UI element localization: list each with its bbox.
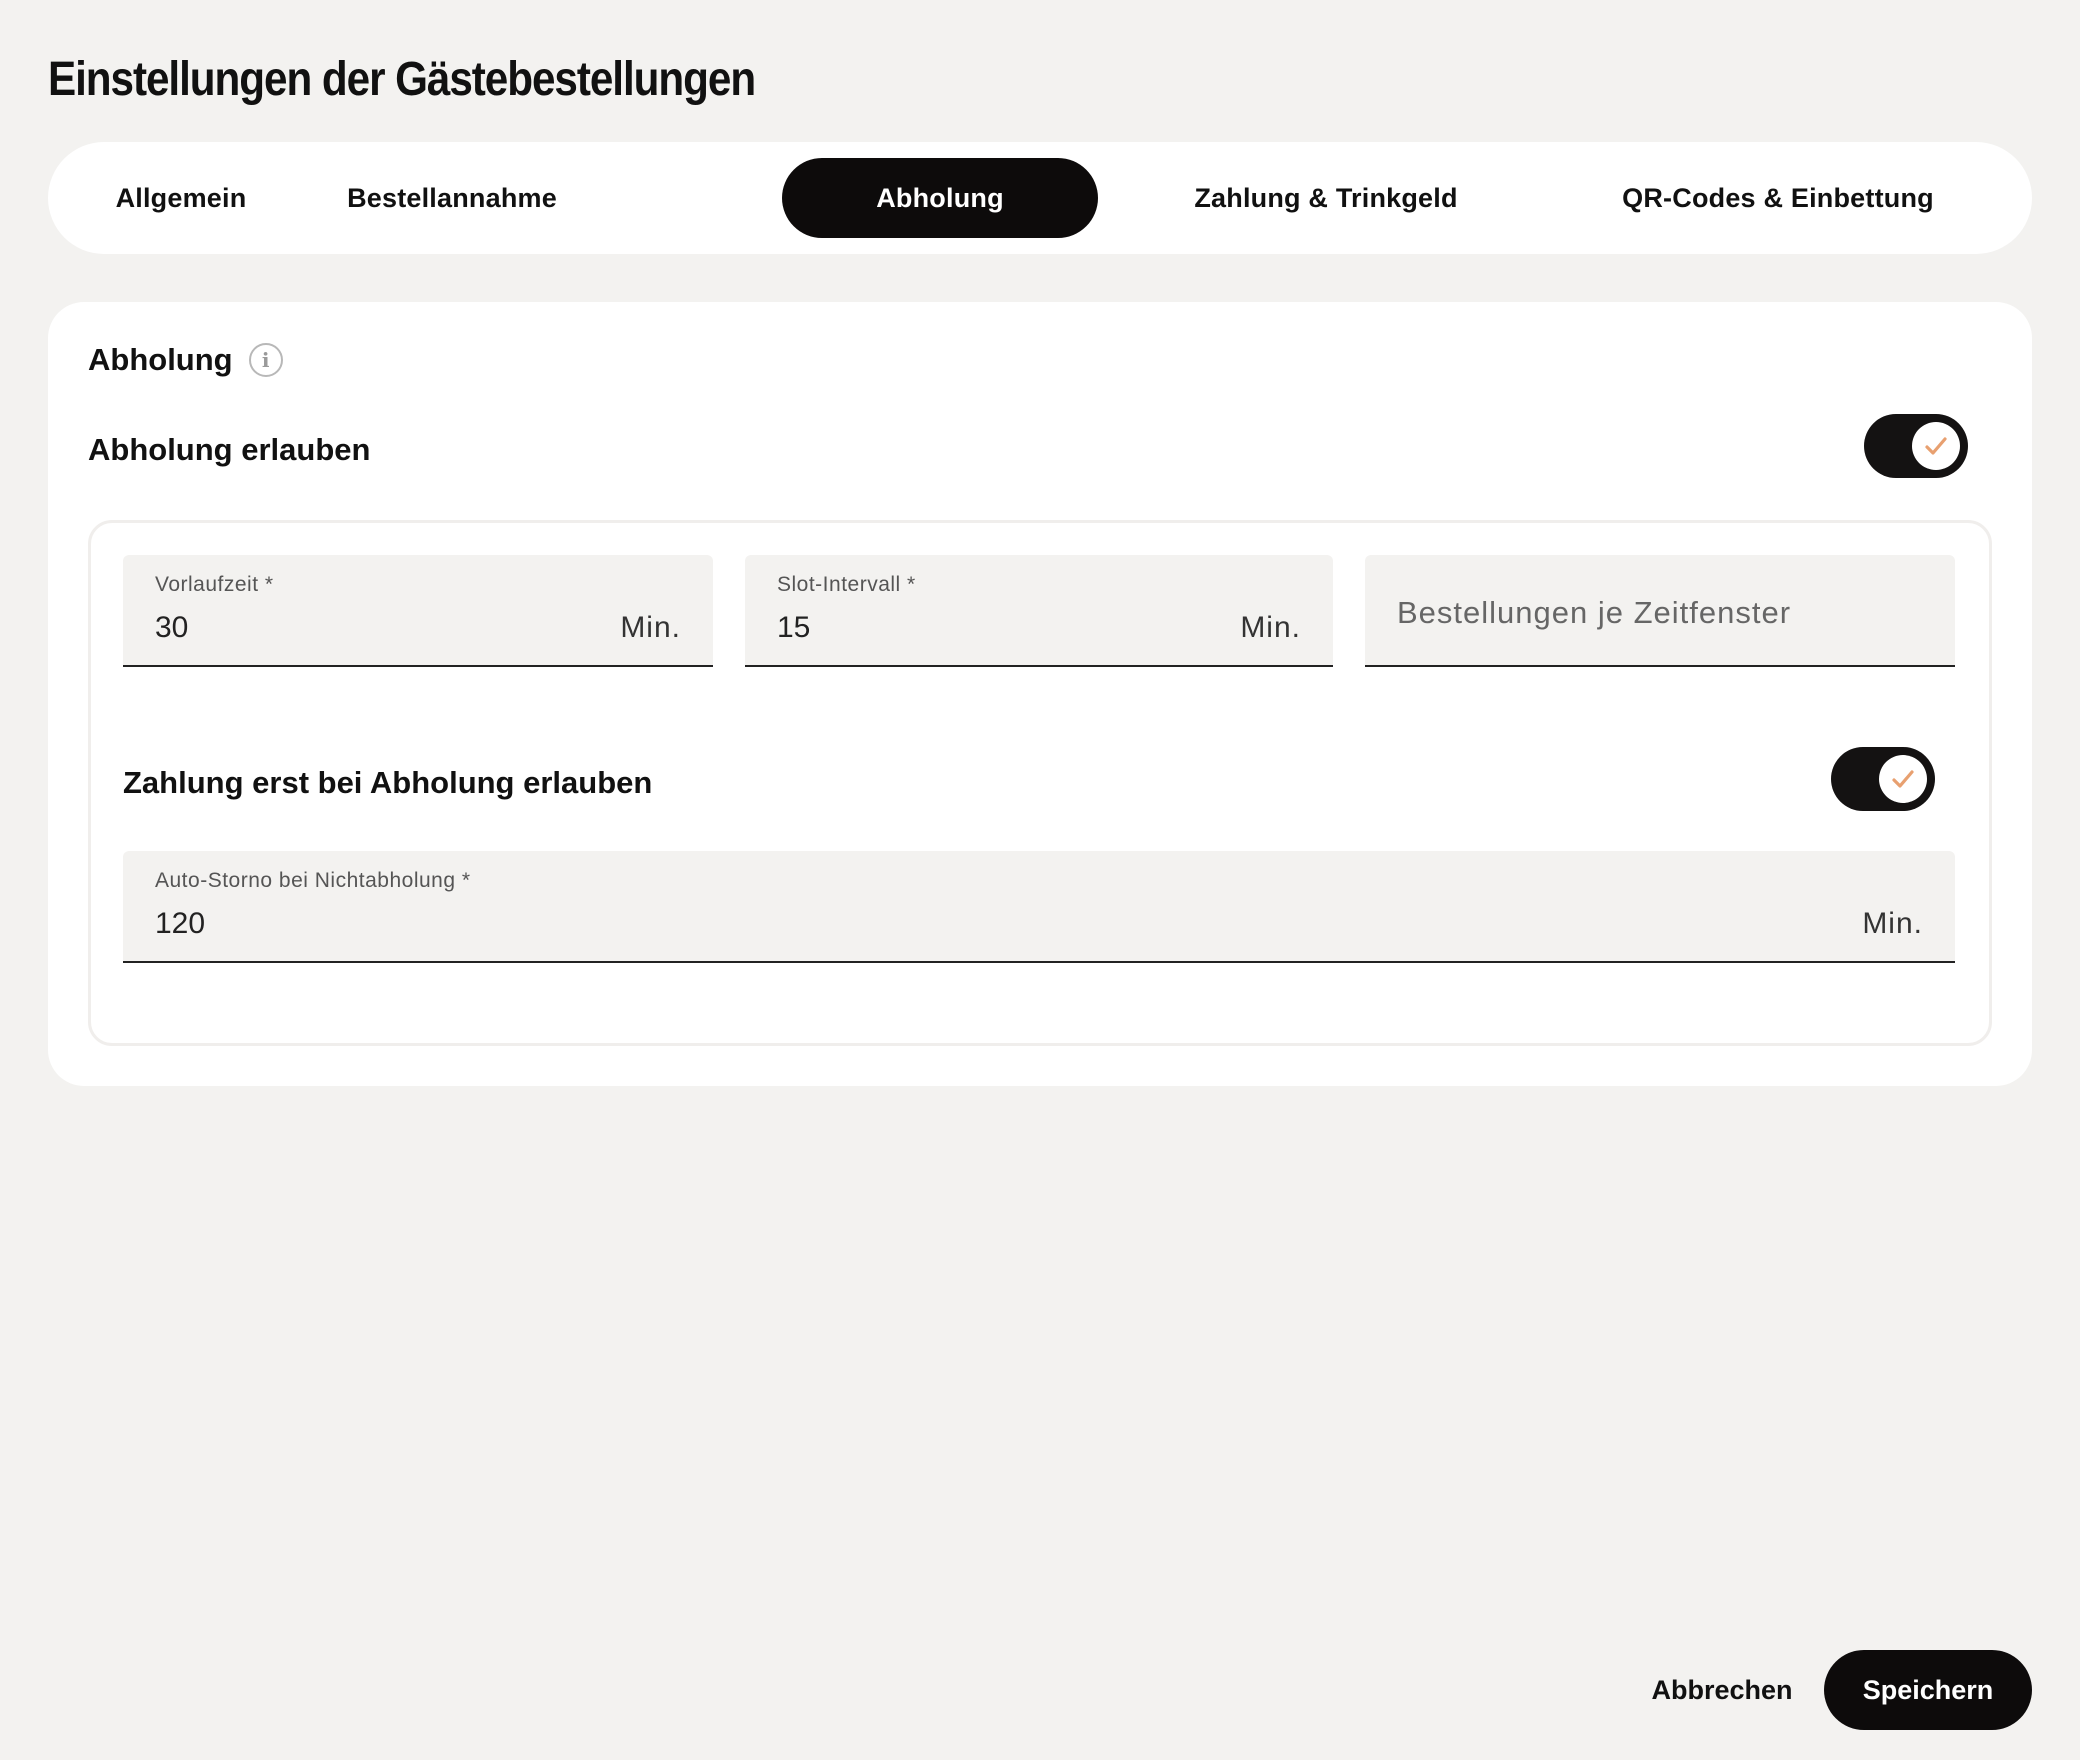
section-title: Abholung (88, 342, 233, 377)
pay-on-pickup-label: Zahlung erst bei Abholung erlauben (123, 765, 653, 800)
check-icon (1925, 437, 1947, 455)
cancel-button[interactable]: Abbrechen (1632, 1650, 1812, 1730)
pickup-settings-card: Abholung i Abholung erlauben Vorlaufzeit… (48, 302, 2032, 1086)
auto-cancel-field[interactable]: Auto-Storno bei Nichtabholung * 120 Min. (123, 851, 1955, 963)
toggle-knob (1879, 755, 1927, 803)
tab-bestellannahme[interactable]: Bestellannahme (310, 158, 594, 238)
dialog-title: Einstellungen der Gästebestellungen (48, 53, 756, 106)
pay-on-pickup-toggle[interactable] (1831, 747, 1935, 811)
slot-interval-value: 15 (777, 611, 811, 644)
auto-cancel-value: 120 (155, 907, 206, 940)
slot-interval-unit: Min. (1240, 611, 1301, 644)
check-icon (1892, 770, 1914, 788)
slot-interval-field[interactable]: Slot-Intervall * 15 Min. (745, 555, 1333, 667)
orders-per-slot-placeholder: Bestellungen je Zeitfenster (1397, 595, 1792, 630)
allow-pickup-toggle[interactable] (1864, 414, 1968, 478)
section-header: Abholung i (88, 342, 283, 378)
tab-abholung[interactable]: Abholung (782, 158, 1098, 238)
info-icon[interactable]: i (248, 343, 283, 377)
toggle-knob (1912, 422, 1960, 470)
auto-cancel-label: Auto-Storno bei Nichtabholung * (155, 869, 471, 892)
tab-zahlung-trinkgeld[interactable]: Zahlung & Trinkgeld (1168, 158, 1484, 238)
allow-pickup-label: Abholung erlauben (88, 432, 371, 467)
tab-bar: Allgemein Bestellannahme Abholung Zahlun… (48, 142, 2032, 254)
auto-cancel-unit: Min. (1862, 907, 1923, 940)
lead-time-unit: Min. (620, 611, 681, 644)
lead-time-field[interactable]: Vorlaufzeit * 30 Min. (123, 555, 713, 667)
guest-order-settings-dialog: Einstellungen der Gästebestellungen Allg… (0, 0, 2080, 1760)
save-button[interactable]: Speichern (1824, 1650, 2032, 1730)
tab-qr-codes-einbettung[interactable]: QR-Codes & Einbettung (1588, 158, 1968, 238)
lead-time-value: 30 (155, 611, 189, 644)
pickup-options-panel: Vorlaufzeit * 30 Min. Slot-Intervall * 1… (88, 520, 1992, 1046)
orders-per-slot-field[interactable]: Bestellungen je Zeitfenster (1365, 555, 1955, 667)
slot-interval-label: Slot-Intervall * (777, 573, 916, 596)
lead-time-label: Vorlaufzeit * (155, 573, 274, 596)
tab-allgemein[interactable]: Allgemein (84, 158, 278, 238)
